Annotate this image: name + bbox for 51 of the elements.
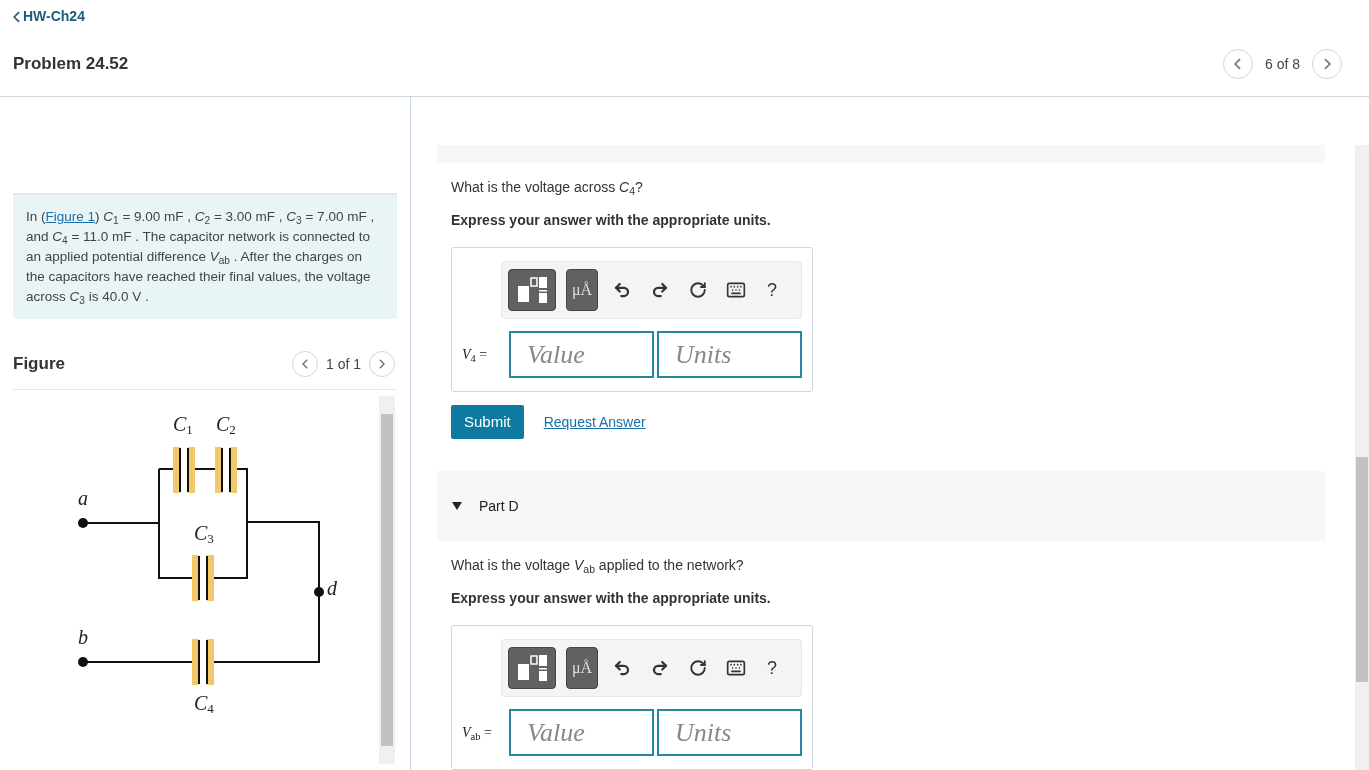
circuit-label: a xyxy=(78,488,88,508)
chevron-right-icon xyxy=(379,359,385,369)
template-icon xyxy=(516,276,548,304)
units-button[interactable]: μÅ xyxy=(566,269,598,311)
value-input[interactable]: Value xyxy=(509,709,654,756)
figure-title: Figure xyxy=(13,353,65,376)
reset-icon xyxy=(689,659,707,677)
help-button[interactable]: ? xyxy=(760,654,784,682)
undo-icon xyxy=(613,281,631,299)
variable-label: V$_{ab}$ = xyxy=(462,724,493,743)
variable-label: V$_{4}$ = xyxy=(462,346,489,365)
problem-text: In (Figure 1) C$_{1}$ = 9.00 mF , C$_{2}$ = 3.00 mF , C$_{3}$ = 7.00 mF , and C$_{4}$ = 11.0 mF . The capacitor network is connected to an applied potential difference V$_{ab}$ . After the charges on the capacitors have reached their final values, the voltage across C$_{3}$ is 40.0 V . xyxy=(26,208,376,307)
keyboard-icon xyxy=(726,658,746,678)
redo-icon xyxy=(651,659,669,677)
submit-button[interactable]: Submit xyxy=(451,405,524,439)
circuit-label: b xyxy=(78,627,88,647)
pager-text: 6 of 8 xyxy=(1264,54,1300,74)
instruction-text: Express your answer with the appropriate units. xyxy=(451,589,772,608)
circuit-label: C$_{2}$ xyxy=(216,414,236,434)
breadcrumb-link[interactable]: HW-Ch24 xyxy=(13,6,1356,27)
help-button[interactable]: ? xyxy=(760,276,784,304)
circuit-label: C$_{1}$ xyxy=(173,414,193,434)
reset-icon xyxy=(689,281,707,299)
template-icon xyxy=(516,654,548,682)
chevron-right-icon xyxy=(1323,58,1331,70)
keyboard-icon xyxy=(726,280,746,300)
undo-icon xyxy=(613,659,631,677)
question-text: What is the voltage across C$_{4}$? xyxy=(451,178,644,198)
scrollbar[interactable] xyxy=(1355,145,1369,770)
chevron-left-icon xyxy=(1234,58,1242,70)
units-input[interactable]: Units xyxy=(657,709,802,756)
template-button[interactable] xyxy=(508,269,556,311)
question-text: What is the voltage V$_{ab}$ applied to the network? xyxy=(451,556,745,576)
figure-link[interactable]: Figure 1 xyxy=(45,209,96,224)
part-header[interactable]: Part D xyxy=(437,471,1325,541)
scrollbar[interactable] xyxy=(379,396,395,764)
template-button[interactable] xyxy=(508,647,556,689)
request-answer-link[interactable]: Request Answer xyxy=(543,411,646,433)
units-input[interactable]: Units xyxy=(657,331,802,378)
chevron-left-icon xyxy=(13,10,20,23)
redo-icon xyxy=(651,281,669,299)
units-button[interactable]: μÅ xyxy=(566,647,598,689)
figure-pager-text: 1 of 1 xyxy=(325,354,361,374)
circuit-label: C$_{4}$ xyxy=(194,693,214,713)
problem-title: Problem 24.52 xyxy=(13,53,129,76)
part-title: Part D xyxy=(479,496,519,516)
chevron-left-icon xyxy=(301,359,308,369)
value-input[interactable]: Value xyxy=(509,331,654,378)
circuit-label: d xyxy=(327,578,337,598)
instruction-text: Express your answer with the appropriate units. xyxy=(451,211,772,230)
circuit-label: C$_{3}$ xyxy=(194,523,214,543)
